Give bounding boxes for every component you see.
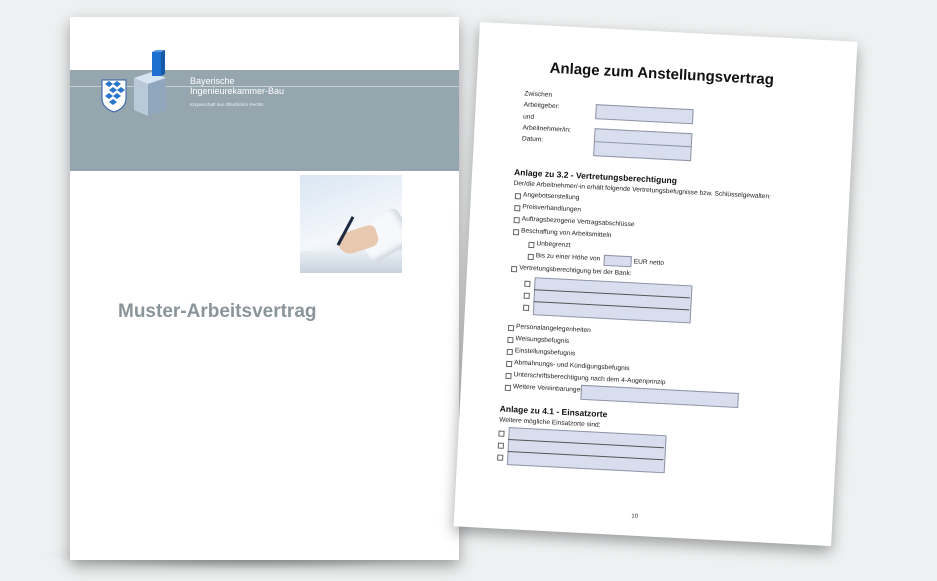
checkbox-einstellung[interactable] xyxy=(506,348,513,356)
label-arbeitgeber: Arbeitgeber: xyxy=(523,101,560,111)
label-zwischen: Zwischen xyxy=(524,90,553,99)
checkbox-bank-1[interactable] xyxy=(524,280,531,287)
label-datum: Datum: xyxy=(521,135,544,144)
org-name: Bayerische Ingenieurekammer-Bau xyxy=(190,76,284,96)
checkbox-angebotserstellung[interactable] xyxy=(514,193,522,200)
checkbox-weitere[interactable] xyxy=(504,384,512,392)
org-name-line2: Ingenieurekammer-Bau xyxy=(190,86,285,96)
checkbox-auftragsbezogene[interactable] xyxy=(513,217,520,224)
bank-field[interactable] xyxy=(532,277,693,324)
item-bis-zu: Bis zu einer Höhe von xyxy=(535,252,601,263)
hand-signing-document-photo xyxy=(300,175,402,273)
checkbox-preisverhandlungen[interactable] xyxy=(514,205,521,212)
page-number: 10 xyxy=(631,513,639,520)
item-beschaffung: Beschaffung von Arbeitsmitteln xyxy=(520,227,612,240)
checkbox-unbegrenzt[interactable] xyxy=(528,241,535,249)
checkbox-ort-1[interactable] xyxy=(498,430,505,437)
annex-page: Anlage zum Anstellungsvertrag Zwischen A… xyxy=(453,22,858,547)
annex-title: Anlage zum Anstellungsvertrag xyxy=(549,59,775,89)
item-einstellung: Einstellungsbefugnis xyxy=(514,347,576,358)
einsatzorte-field[interactable] xyxy=(506,427,667,474)
item-preisverhandlungen: Preisverhandlungen xyxy=(522,203,582,214)
cover-title: Muster-Arbeitsvertrag xyxy=(118,301,317,322)
item-weitere: Weitere Vereinbarungen: xyxy=(512,383,586,395)
item-eur-netto: EUR netto xyxy=(633,258,665,267)
org-name-line1: Bayerische xyxy=(190,76,235,86)
checkbox-ort-3[interactable] xyxy=(497,454,504,461)
bavarian-shield-icon xyxy=(101,79,127,113)
cover-page: Bayerische Ingenieurekammer-Bau Körpersc… xyxy=(70,17,459,560)
item-angebotserstellung: Angebotserstellung xyxy=(522,191,580,202)
bavarian-lozenge-and-cube-logo xyxy=(101,50,166,116)
item-weisung: Weisungsbefugnis xyxy=(515,335,570,346)
checkbox-bank[interactable] xyxy=(510,265,518,273)
label-arbeitnehmer: Arbeitnehmer/in: xyxy=(522,124,572,134)
checkbox-bank-3[interactable] xyxy=(522,304,530,311)
label-und: und xyxy=(522,113,535,121)
checkbox-ort-2[interactable] xyxy=(497,442,505,449)
arbeitgeber-field[interactable] xyxy=(595,104,694,125)
checkbox-bis-zu[interactable] xyxy=(527,253,534,261)
betrag-field[interactable] xyxy=(603,254,632,268)
checkbox-abmahnung[interactable] xyxy=(505,360,513,368)
item-abmahnung: Abmahnungs- und Kündigungsbefugnis xyxy=(514,359,630,373)
item-auftragsbezogene: Auftragsbezogene Vertragsabschlüsse xyxy=(521,215,635,229)
checkbox-bank-2[interactable] xyxy=(523,292,530,299)
checkbox-beschaffung[interactable] xyxy=(512,229,520,236)
cube-building-icon xyxy=(134,50,166,116)
item-unbegrenzt: Unbegrenzt xyxy=(536,240,571,250)
weitere-field[interactable] xyxy=(580,384,739,409)
checkbox-personal[interactable] xyxy=(507,324,515,332)
checkbox-unterschrift[interactable] xyxy=(505,372,512,380)
org-subtitle: Körperschaft des öffentlichen Rechts xyxy=(190,102,264,107)
checkbox-weisung[interactable] xyxy=(507,336,514,344)
item-personal: Personalangelegenheiten xyxy=(515,323,591,335)
